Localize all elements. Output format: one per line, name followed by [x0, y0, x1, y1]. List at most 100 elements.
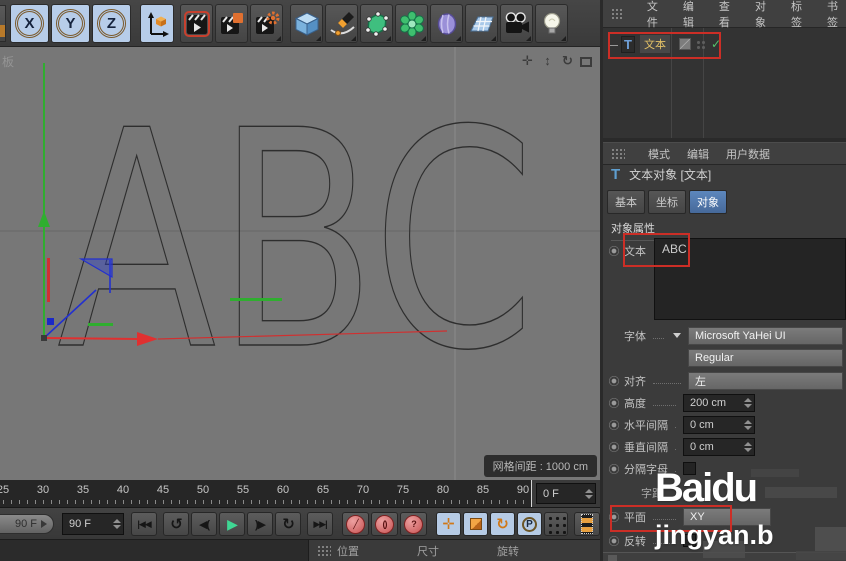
go-to-end-button[interactable]: ▶▶| [307, 512, 333, 536]
font-style-dropdown[interactable]: Regular [688, 349, 843, 367]
render-picture-viewer-button[interactable] [215, 4, 248, 43]
current-frame-field[interactable]: 0 F [536, 483, 596, 504]
grip-icon[interactable] [611, 148, 625, 160]
align-dropdown[interactable]: 左 [688, 372, 843, 390]
animatable-dot-icon[interactable] [609, 442, 619, 452]
spinner-icon[interactable] [113, 519, 121, 529]
spinner-icon[interactable] [744, 420, 752, 430]
plane-dropdown[interactable]: XY [683, 508, 771, 526]
grip-icon[interactable] [317, 545, 331, 557]
om-menu-item[interactable]: 对象 [755, 0, 774, 30]
pan-icon[interactable]: ✛ [520, 53, 535, 68]
next-frame-button[interactable]: )▶ [247, 512, 273, 536]
record-point-level-button[interactable] [544, 512, 568, 536]
end-frame-field[interactable]: 90 F [62, 513, 124, 535]
next-key-button[interactable]: ↻ [275, 512, 301, 536]
spline-text-abc[interactable]: ABC [57, 67, 535, 416]
reverse-checkbox[interactable] [683, 534, 696, 547]
record-scale-button[interactable] [463, 512, 488, 536]
om-menu-item[interactable]: 标签 [791, 0, 810, 30]
timeline-ruler[interactable]: 2530354045505560657075808590 0 F [0, 480, 600, 508]
am-menu-item[interactable]: 模式 [648, 146, 670, 162]
tangent-handle[interactable] [230, 298, 282, 301]
axis-lock-button[interactable]: Y [51, 4, 90, 43]
animatable-dot-icon[interactable] [609, 536, 619, 546]
axis-origin-dot[interactable] [41, 335, 47, 341]
object-name-label[interactable]: 文本 [640, 35, 670, 53]
x-axis-line[interactable] [44, 338, 140, 339]
record-keyframe-button[interactable]: ╱ [342, 512, 369, 536]
autokey-button[interactable]: () [371, 512, 398, 536]
record-position-button[interactable]: ✛ [436, 512, 461, 536]
subdivision-surface-button[interactable] [360, 4, 393, 43]
spinner-icon[interactable] [744, 398, 752, 408]
align-label: 对齐 [624, 373, 646, 389]
maximize-icon[interactable] [580, 57, 592, 67]
am-menu-item[interactable]: 用户数据 [726, 146, 770, 162]
zoom-icon[interactable]: ↕ [540, 53, 555, 68]
om-menu-item[interactable]: 查看 [719, 0, 738, 30]
hsep-field[interactable]: 0 cm [683, 416, 755, 434]
timeline-range-handle[interactable]: 90 F [0, 514, 54, 534]
text-value-input[interactable]: ABC [654, 238, 846, 320]
animatable-dot-icon[interactable] [609, 376, 619, 386]
attribute-tab[interactable]: 对象 [689, 190, 727, 214]
animatable-dot-icon[interactable] [609, 464, 619, 474]
om-menu-item[interactable]: 文件 [647, 0, 666, 30]
motion-clip-button[interactable] [574, 512, 600, 536]
animatable-dot-icon[interactable] [609, 512, 619, 522]
record-rotation-button[interactable]: ↻ [490, 512, 515, 536]
attribute-tab[interactable]: 基本 [607, 190, 645, 214]
axis-lock-button[interactable]: Z [92, 4, 131, 43]
render-settings-icon [254, 11, 280, 37]
visibility-dots-icon[interactable] [696, 40, 705, 49]
enabled-check-icon[interactable]: ✓ [711, 37, 721, 51]
camera-button[interactable] [500, 4, 533, 43]
y-axis-arrow[interactable] [38, 211, 50, 227]
kerning-section-label[interactable]: 字距 [641, 485, 663, 501]
record-parameter-button[interactable]: P [517, 512, 542, 536]
vsep-field[interactable]: 0 cm [683, 438, 755, 456]
keyframe-options-button[interactable]: ? [400, 512, 427, 536]
grip-icon[interactable] [611, 8, 624, 20]
object-tree-row-text[interactable]: T 文本 ✓ [607, 34, 721, 54]
array-generator-button[interactable] [395, 4, 428, 43]
light-button[interactable] [535, 4, 568, 43]
render-settings-button[interactable] [250, 4, 283, 43]
vsep-value: 0 cm [690, 441, 714, 453]
spinner-icon[interactable] [744, 442, 752, 452]
prev-frame-button[interactable]: ◀( [191, 512, 217, 536]
dropdown-arrow-icon[interactable] [673, 333, 681, 338]
rotate-icon[interactable]: ↻ [560, 53, 575, 68]
separate-letters-checkbox[interactable] [683, 462, 696, 475]
resize-handle[interactable] [608, 555, 617, 561]
z-axis-handle-dot[interactable] [47, 318, 54, 325]
y-scale-handle[interactable] [88, 323, 113, 326]
hsep-value: 0 cm [690, 419, 714, 431]
spinner-icon[interactable] [585, 489, 593, 499]
freehand-spline-button[interactable] [325, 4, 358, 43]
animatable-dot-icon[interactable] [609, 398, 619, 408]
layer-icon[interactable] [679, 38, 691, 50]
play-button[interactable]: ▶ [219, 512, 245, 536]
font-name-dropdown[interactable]: Microsoft YaHei UI [688, 327, 843, 345]
viewport[interactable]: ABC 板 ✛ ↕ ↻ 网格间距 : 1000 cm [0, 47, 600, 480]
go-to-start-button[interactable]: |◀◀ [131, 512, 157, 536]
axis-lock-button[interactable]: X [10, 4, 49, 43]
render-view-button[interactable] [180, 4, 213, 43]
animatable-dot-icon[interactable] [609, 246, 619, 256]
object-manager[interactable]: T 文本 ✓ [603, 28, 846, 138]
prev-key-button[interactable]: ↺ [163, 512, 189, 536]
floor-environment-button[interactable] [465, 4, 498, 43]
animatable-dot-icon[interactable] [609, 420, 619, 430]
attribute-tab[interactable]: 坐标 [648, 190, 686, 214]
clipped-toolbar-button[interactable] [0, 5, 6, 42]
om-menu-item[interactable]: 编辑 [683, 0, 702, 30]
x-scale-handle[interactable] [47, 258, 50, 302]
axis-modify-button[interactable] [140, 4, 174, 43]
add-cube-button[interactable] [290, 4, 323, 43]
am-menu-item[interactable]: 编辑 [687, 146, 709, 162]
om-menu-item[interactable]: 书签 [827, 0, 846, 30]
height-field[interactable]: 200 cm [683, 394, 755, 412]
deformer-button[interactable] [430, 4, 463, 43]
